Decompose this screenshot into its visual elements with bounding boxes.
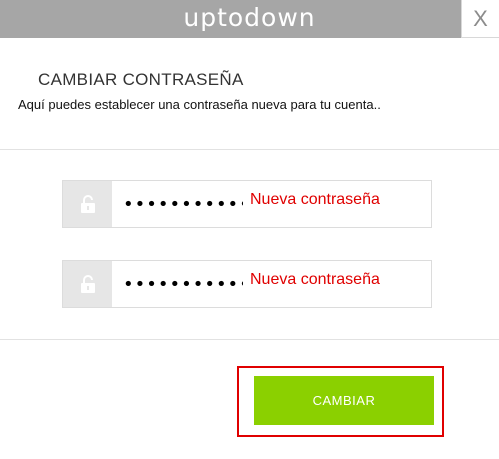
top-bar: uptodown xyxy=(0,0,499,38)
new-password-hint: Nueva contraseña xyxy=(250,191,380,208)
page-title: CAMBIAR CONTRASEÑA xyxy=(38,70,244,89)
change-password-button[interactable]: CAMBIAR xyxy=(254,376,434,425)
new-password-field[interactable]: Nueva contraseña xyxy=(62,180,432,228)
confirm-password-field[interactable]: Nueva contraseña xyxy=(62,260,432,308)
lock-icon-box xyxy=(63,261,112,307)
footer-divider xyxy=(0,339,499,340)
page-subtitle: Aquí puedes establecer una contraseña nu… xyxy=(18,97,381,112)
close-button[interactable]: X xyxy=(461,0,499,38)
header-divider xyxy=(0,149,499,150)
confirm-password-input[interactable] xyxy=(123,271,243,297)
new-password-input[interactable] xyxy=(123,191,243,217)
unlocked-padlock-icon xyxy=(81,195,95,213)
lock-icon-box xyxy=(63,181,112,227)
unlocked-padlock-icon xyxy=(81,275,95,293)
uptodown-logo: uptodown xyxy=(183,3,316,32)
dialog-header xyxy=(0,38,499,149)
confirm-password-hint: Nueva contraseña xyxy=(250,271,380,288)
